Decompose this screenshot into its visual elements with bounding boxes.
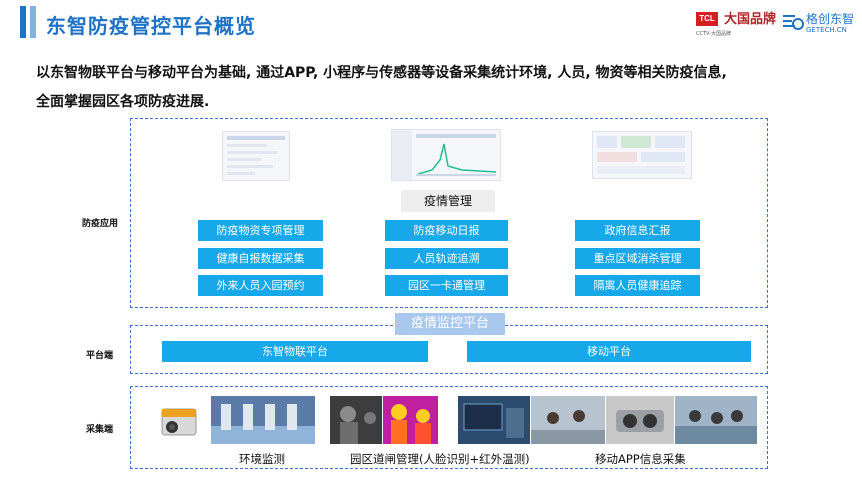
app-screenshot-left bbox=[222, 131, 290, 181]
monitor-platform-title: 疫情监控平台 bbox=[395, 313, 505, 335]
brand-script-logo: 大国品牌 bbox=[724, 12, 777, 27]
title-accent-bar-light bbox=[30, 6, 36, 38]
mobile-collect-photo-1 bbox=[458, 396, 530, 444]
caption-gate: 园区道闸管理(人脸识别+红外温测) bbox=[350, 452, 530, 466]
sensor-device-icon bbox=[161, 408, 197, 436]
app-button-health-report[interactable]: 健康自报数据采集 bbox=[198, 248, 323, 269]
tcl-logo: TCL bbox=[696, 12, 718, 26]
epidemic-management-box[interactable]: 疫情管理 bbox=[401, 190, 495, 212]
description-line-2: 全面掌握园区各项防疫进展. bbox=[36, 94, 210, 110]
brand-caption: CCTV·大国品牌 bbox=[696, 31, 732, 37]
collect-section-label: 采集端 bbox=[86, 425, 114, 435]
app-button-gov-report[interactable]: 政府信息汇报 bbox=[575, 220, 700, 241]
mobile-collect-photo-3 bbox=[606, 396, 674, 444]
app-button-supplies[interactable]: 防疫物资专项管理 bbox=[198, 220, 323, 241]
title-accent-bar bbox=[20, 6, 26, 38]
app-button-quarantine[interactable]: 隔离人员健康追踪 bbox=[575, 275, 700, 296]
platform-section-label: 平台端 bbox=[86, 351, 114, 361]
caption-environment: 环境监测 bbox=[239, 452, 285, 466]
iot-platform-button[interactable]: 东智物联平台 bbox=[162, 341, 428, 362]
geetech-name: 格创东智 bbox=[806, 12, 855, 26]
environment-photo bbox=[211, 396, 315, 444]
app-screenshot-right bbox=[592, 131, 692, 179]
mobile-collect-photo-2 bbox=[531, 396, 605, 444]
mobile-platform-button[interactable]: 移动平台 bbox=[467, 341, 751, 362]
gate-camera-photo bbox=[330, 396, 382, 444]
geetech-url: GETECH.CN bbox=[806, 26, 847, 34]
description-line-1: 以东智物联平台与移动平台为基础, 通过APP, 小程序与传感器等设备采集统计环境… bbox=[36, 65, 727, 81]
app-screenshot-center bbox=[391, 129, 501, 181]
caption-mobile: 移动APP信息采集 bbox=[595, 452, 686, 466]
thermal-camera-photo bbox=[383, 396, 438, 444]
app-button-disinfection[interactable]: 重点区域消杀管理 bbox=[575, 248, 700, 269]
page-title: 东智防疫管控平台概览 bbox=[46, 14, 256, 38]
app-button-trace[interactable]: 人员轨迹追溯 bbox=[385, 248, 508, 269]
app-button-daily-report[interactable]: 防疫移动日报 bbox=[385, 220, 508, 241]
mobile-collect-photo-4 bbox=[675, 396, 757, 444]
app-button-card[interactable]: 园区一卡通管理 bbox=[385, 275, 508, 296]
app-section-label: 防疫应用 bbox=[82, 219, 119, 229]
app-button-visitor-booking[interactable]: 外来人员入园预约 bbox=[198, 275, 323, 296]
geetech-logo-icon bbox=[783, 15, 804, 30]
